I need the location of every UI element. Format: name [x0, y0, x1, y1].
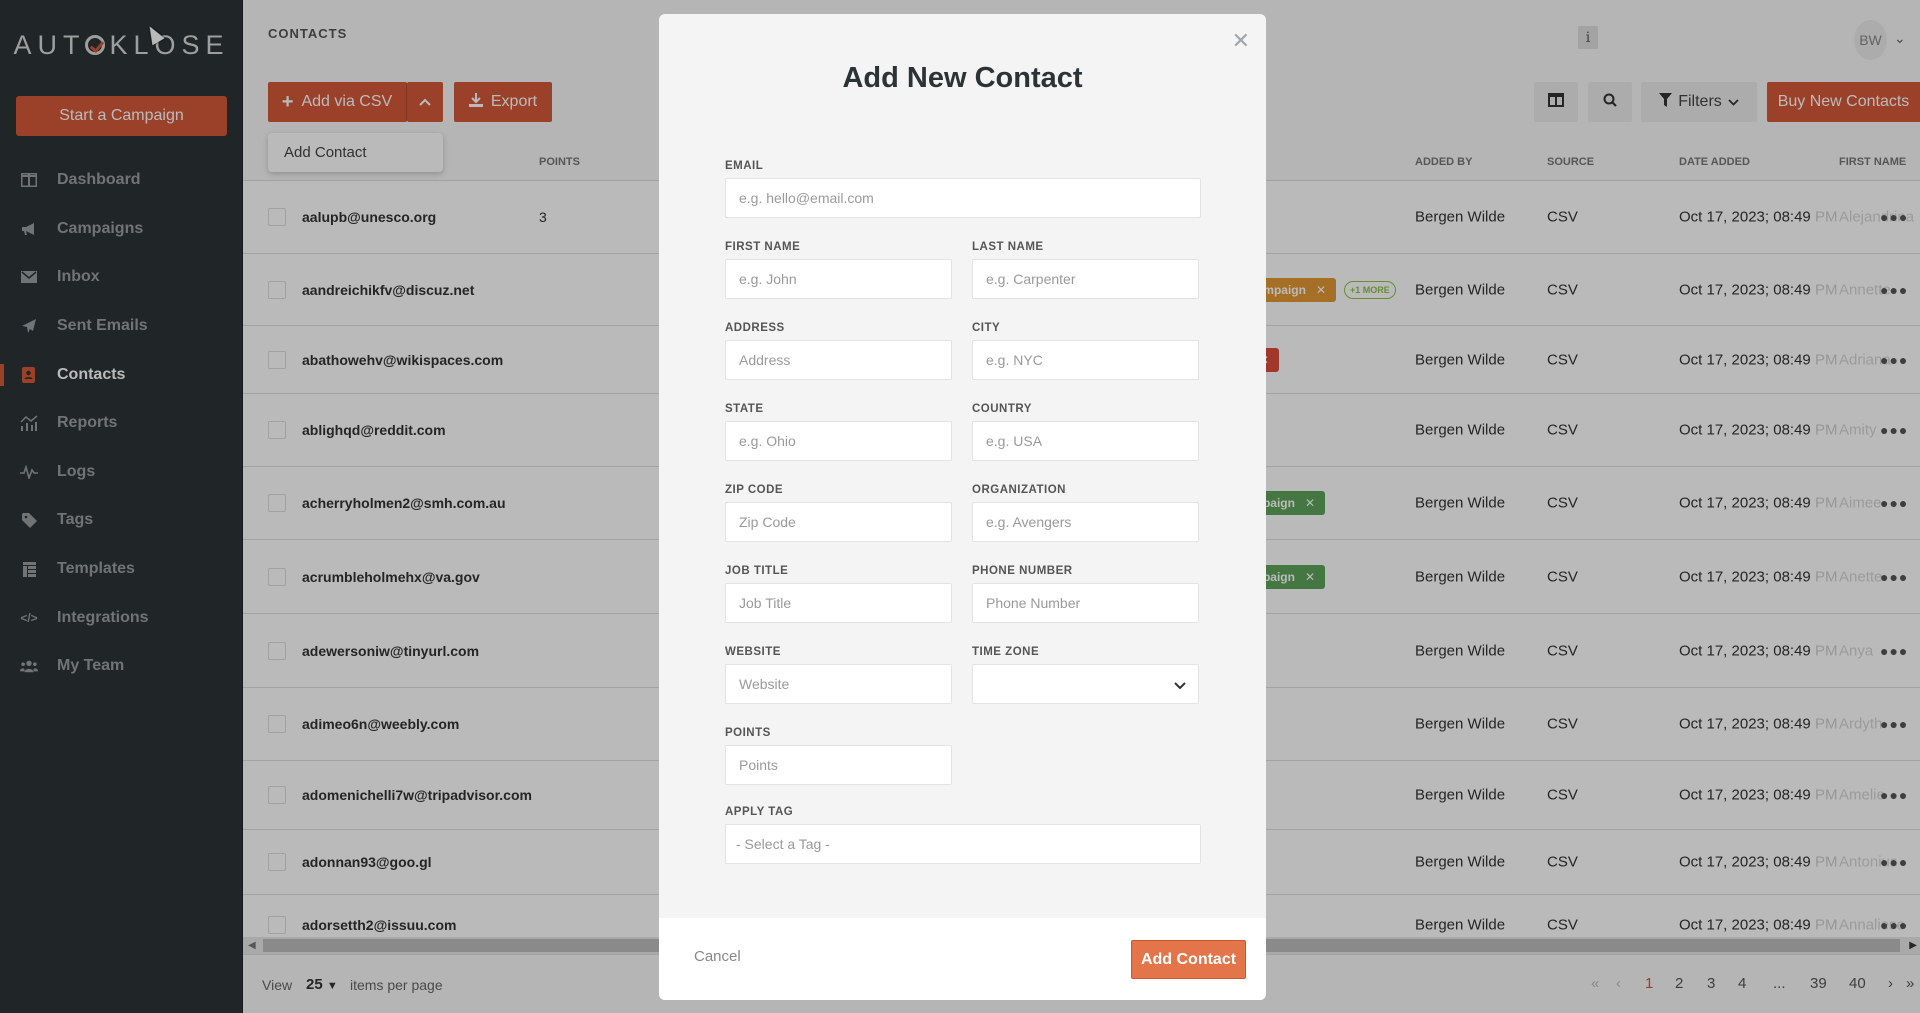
first-name-field-group: FIRST NAME: [725, 241, 952, 299]
time-zone-field-group: TIME ZONE: [972, 646, 1199, 704]
website-label: WEBSITE: [725, 646, 781, 658]
email-label: EMAIL: [725, 160, 764, 172]
organization-input[interactable]: [972, 502, 1199, 542]
phone-number-input[interactable]: [972, 583, 1199, 623]
apply-tag-select[interactable]: - Select a Tag -: [725, 824, 1201, 864]
time-zone-label: TIME ZONE: [972, 646, 1040, 658]
first-name-input[interactable]: [725, 259, 952, 299]
address-field-group: ADDRESS: [725, 322, 952, 380]
first-name-label: FIRST NAME: [725, 241, 801, 253]
close-icon[interactable]: ✕: [1232, 30, 1250, 52]
state-label: STATE: [725, 403, 764, 415]
job-title-input[interactable]: [725, 583, 952, 623]
address-label: ADDRESS: [725, 322, 785, 334]
add-contact-button[interactable]: Add Contact: [1131, 940, 1246, 979]
job-title-field-group: JOB TITLE: [725, 565, 952, 623]
state-input[interactable]: [725, 421, 952, 461]
modal-title: Add New Contact: [842, 62, 1083, 94]
country-field-group: COUNTRY: [972, 403, 1199, 461]
website-field-group: WEBSITE: [725, 646, 952, 704]
chevron-down-icon: [1174, 677, 1186, 693]
country-input[interactable]: [972, 421, 1199, 461]
add-contact-modal: ✕ Add New Contact EMAIL FIRST NAME LAST …: [659, 14, 1266, 1000]
phone-number-field-group: PHONE NUMBER: [972, 565, 1199, 623]
apply-tag-field-group: APPLY TAG - Select a Tag -: [725, 806, 1201, 864]
city-input[interactable]: [972, 340, 1199, 380]
email-field-group: EMAIL: [725, 160, 1201, 218]
last-name-field-group: LAST NAME: [972, 241, 1199, 299]
apply-tag-label: APPLY TAG: [725, 806, 794, 818]
last-name-label: LAST NAME: [972, 241, 1044, 253]
website-input[interactable]: [725, 664, 952, 704]
points-label: POINTS: [725, 727, 771, 739]
phone-number-label: PHONE NUMBER: [972, 565, 1073, 577]
last-name-input[interactable]: [972, 259, 1199, 299]
organization-field-group: ORGANIZATION: [972, 484, 1199, 542]
organization-label: ORGANIZATION: [972, 484, 1066, 496]
state-field-group: STATE: [725, 403, 952, 461]
points-field-group: POINTS: [725, 727, 952, 785]
address-input[interactable]: [725, 340, 952, 380]
modal-footer: Cancel Add Contact: [659, 918, 1266, 1000]
points-input[interactable]: [725, 745, 952, 785]
city-label: CITY: [972, 322, 1001, 334]
city-field-group: CITY: [972, 322, 1199, 380]
country-label: COUNTRY: [972, 403, 1032, 415]
job-title-label: JOB TITLE: [725, 565, 789, 577]
zip-code-field-group: ZIP CODE: [725, 484, 952, 542]
zip-code-label: ZIP CODE: [725, 484, 784, 496]
cancel-button[interactable]: Cancel: [694, 948, 741, 965]
email-input[interactable]: [725, 178, 1201, 218]
time-zone-select[interactable]: [972, 664, 1199, 704]
zip-code-input[interactable]: [725, 502, 952, 542]
